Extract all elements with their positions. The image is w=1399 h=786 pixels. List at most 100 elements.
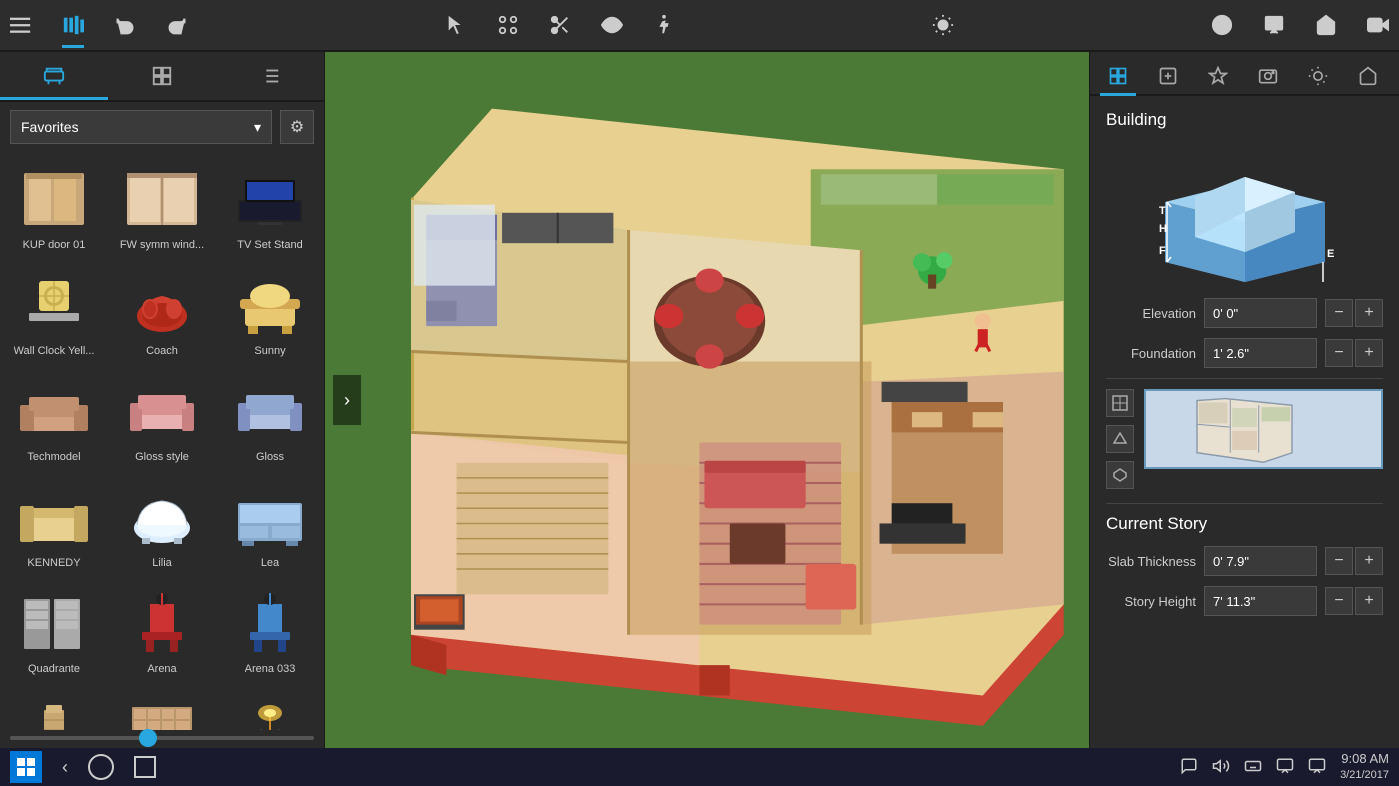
list-item[interactable]: Gloss style xyxy=(108,364,216,470)
time-display[interactable]: 9:08 AM 3/21/2017 xyxy=(1340,751,1389,782)
foundation-decrease-button[interactable]: − xyxy=(1325,339,1353,367)
select-icon[interactable] xyxy=(445,14,467,36)
building-diagram: T H F E xyxy=(1145,142,1345,282)
slab-decrease-button[interactable]: − xyxy=(1325,547,1353,575)
favorites-dropdown[interactable]: Favorites ▾ xyxy=(10,110,272,144)
scissors-icon[interactable] xyxy=(549,14,571,36)
sun-right-tab[interactable] xyxy=(1300,58,1336,94)
cortana-button[interactable] xyxy=(88,754,114,780)
select-right-tab[interactable] xyxy=(1100,58,1136,94)
list-item[interactable]: lamp18 xyxy=(216,682,324,730)
expand-arrow-button[interactable]: › xyxy=(333,375,361,425)
elevation-value[interactable]: 0' 0" xyxy=(1204,298,1317,328)
monitor-icon[interactable] xyxy=(1308,757,1326,778)
foundation-buttons: − + xyxy=(1325,339,1383,367)
library-icon[interactable] xyxy=(62,14,84,36)
list-item[interactable]: Wall Clock Yell... xyxy=(0,258,108,364)
elevation-row: Elevation 0' 0" − + xyxy=(1106,298,1383,328)
svg-text:F: F xyxy=(1159,245,1166,257)
list-item[interactable]: FW symm wind... xyxy=(108,152,216,258)
list-item[interactable]: Lea xyxy=(216,470,324,576)
back-button[interactable]: ‹ xyxy=(62,757,68,778)
task-view-button[interactable] xyxy=(134,756,156,778)
minimap[interactable] xyxy=(1144,389,1383,469)
slab-thickness-value[interactable]: 0' 7.9" xyxy=(1204,546,1317,576)
elevation-buttons: − + xyxy=(1325,299,1383,327)
foundation-increase-button[interactable]: + xyxy=(1355,339,1383,367)
eye-icon[interactable] xyxy=(601,14,623,36)
speaker-icon[interactable] xyxy=(1212,757,1230,778)
export-icon[interactable] xyxy=(1263,14,1285,36)
list-item[interactable]: Coach xyxy=(108,258,216,364)
keyboard-icon[interactable] xyxy=(1244,757,1262,778)
home-right-tab[interactable] xyxy=(1350,58,1386,94)
item-label: Sunny xyxy=(254,345,285,357)
list-tab[interactable] xyxy=(216,52,324,100)
settings-button[interactable]: ⚙ xyxy=(280,110,314,144)
furniture-tab[interactable] xyxy=(0,52,108,100)
item-preview xyxy=(228,267,313,342)
slab-thickness-row: Slab Thickness 0' 7.9" − + xyxy=(1106,546,1383,576)
zoom-slider[interactable] xyxy=(10,736,314,740)
building-3d-visual: T H F E xyxy=(1106,142,1383,282)
floor-plan-icon[interactable] xyxy=(1106,389,1134,417)
list-item[interactable]: KENNEDY xyxy=(0,470,108,576)
item-preview xyxy=(120,585,205,660)
item-preview xyxy=(228,479,313,554)
info-top-icon[interactable] xyxy=(1211,14,1233,36)
item-preview xyxy=(120,373,205,448)
group-icon[interactable] xyxy=(497,14,519,36)
svg-text:E: E xyxy=(1327,248,1334,260)
current-story-title: Current Story xyxy=(1106,514,1383,534)
notifications-icon[interactable] xyxy=(1276,757,1294,778)
item-preview xyxy=(228,585,313,660)
menu-icon[interactable] xyxy=(10,14,32,36)
list-item[interactable]: Lilia xyxy=(108,470,216,576)
favorites-bar: Favorites ▾ ⚙ xyxy=(0,102,324,152)
style-tab[interactable] xyxy=(108,52,216,100)
undo-icon[interactable] xyxy=(114,14,136,36)
item-label: TV Set Stand xyxy=(237,239,302,251)
item-preview xyxy=(12,691,97,730)
foundation-value[interactable]: 1' 2.6" xyxy=(1204,338,1317,368)
item-label: Lea xyxy=(261,557,279,569)
story-height-value[interactable]: 7' 11.3" xyxy=(1204,586,1317,616)
item-preview xyxy=(228,691,313,730)
list-item[interactable]: chair16 xyxy=(0,682,108,730)
add-tab[interactable] xyxy=(1150,58,1186,94)
favorites-label: Favorites xyxy=(21,119,79,135)
chat-icon[interactable] xyxy=(1180,757,1198,778)
right-panel-tabs xyxy=(1090,52,1399,96)
item-preview xyxy=(12,585,97,660)
sun-icon[interactable] xyxy=(932,14,954,36)
list-item[interactable]: Gloss xyxy=(216,364,324,470)
list-item[interactable]: KUP door 01 xyxy=(0,152,108,258)
elevation-view-icon[interactable] xyxy=(1106,425,1134,453)
list-item[interactable]: Arena xyxy=(108,576,216,682)
elevation-increase-button[interactable]: + xyxy=(1355,299,1383,327)
slab-increase-button[interactable]: + xyxy=(1355,547,1383,575)
paint-tab[interactable] xyxy=(1200,58,1236,94)
list-item[interactable]: Sunny xyxy=(216,258,324,364)
item-label: Gloss xyxy=(256,451,284,463)
photo-tab[interactable] xyxy=(1250,58,1286,94)
windows-button[interactable] xyxy=(10,751,42,783)
center-canvas[interactable]: › xyxy=(325,52,1089,748)
redo-icon[interactable] xyxy=(166,14,188,36)
story-height-increase-button[interactable]: + xyxy=(1355,587,1383,615)
3d-view-icon[interactable] xyxy=(1106,461,1134,489)
house-top-icon[interactable] xyxy=(1315,14,1337,36)
item-preview xyxy=(228,373,313,448)
walk-icon[interactable] xyxy=(653,14,675,36)
list-item[interactable]: Techmodel xyxy=(0,364,108,470)
story-height-buttons: − + xyxy=(1325,587,1383,615)
item-preview xyxy=(12,373,97,448)
camera-top-icon[interactable] xyxy=(1367,14,1389,36)
list-item[interactable]: Arena 033 xyxy=(216,576,324,682)
item-preview xyxy=(120,691,205,730)
list-item[interactable]: Quadrante xyxy=(0,576,108,682)
story-height-decrease-button[interactable]: − xyxy=(1325,587,1353,615)
list-item[interactable]: TV Set Stand xyxy=(216,152,324,258)
elevation-decrease-button[interactable]: − xyxy=(1325,299,1353,327)
list-item[interactable]: shelf17 xyxy=(108,682,216,730)
